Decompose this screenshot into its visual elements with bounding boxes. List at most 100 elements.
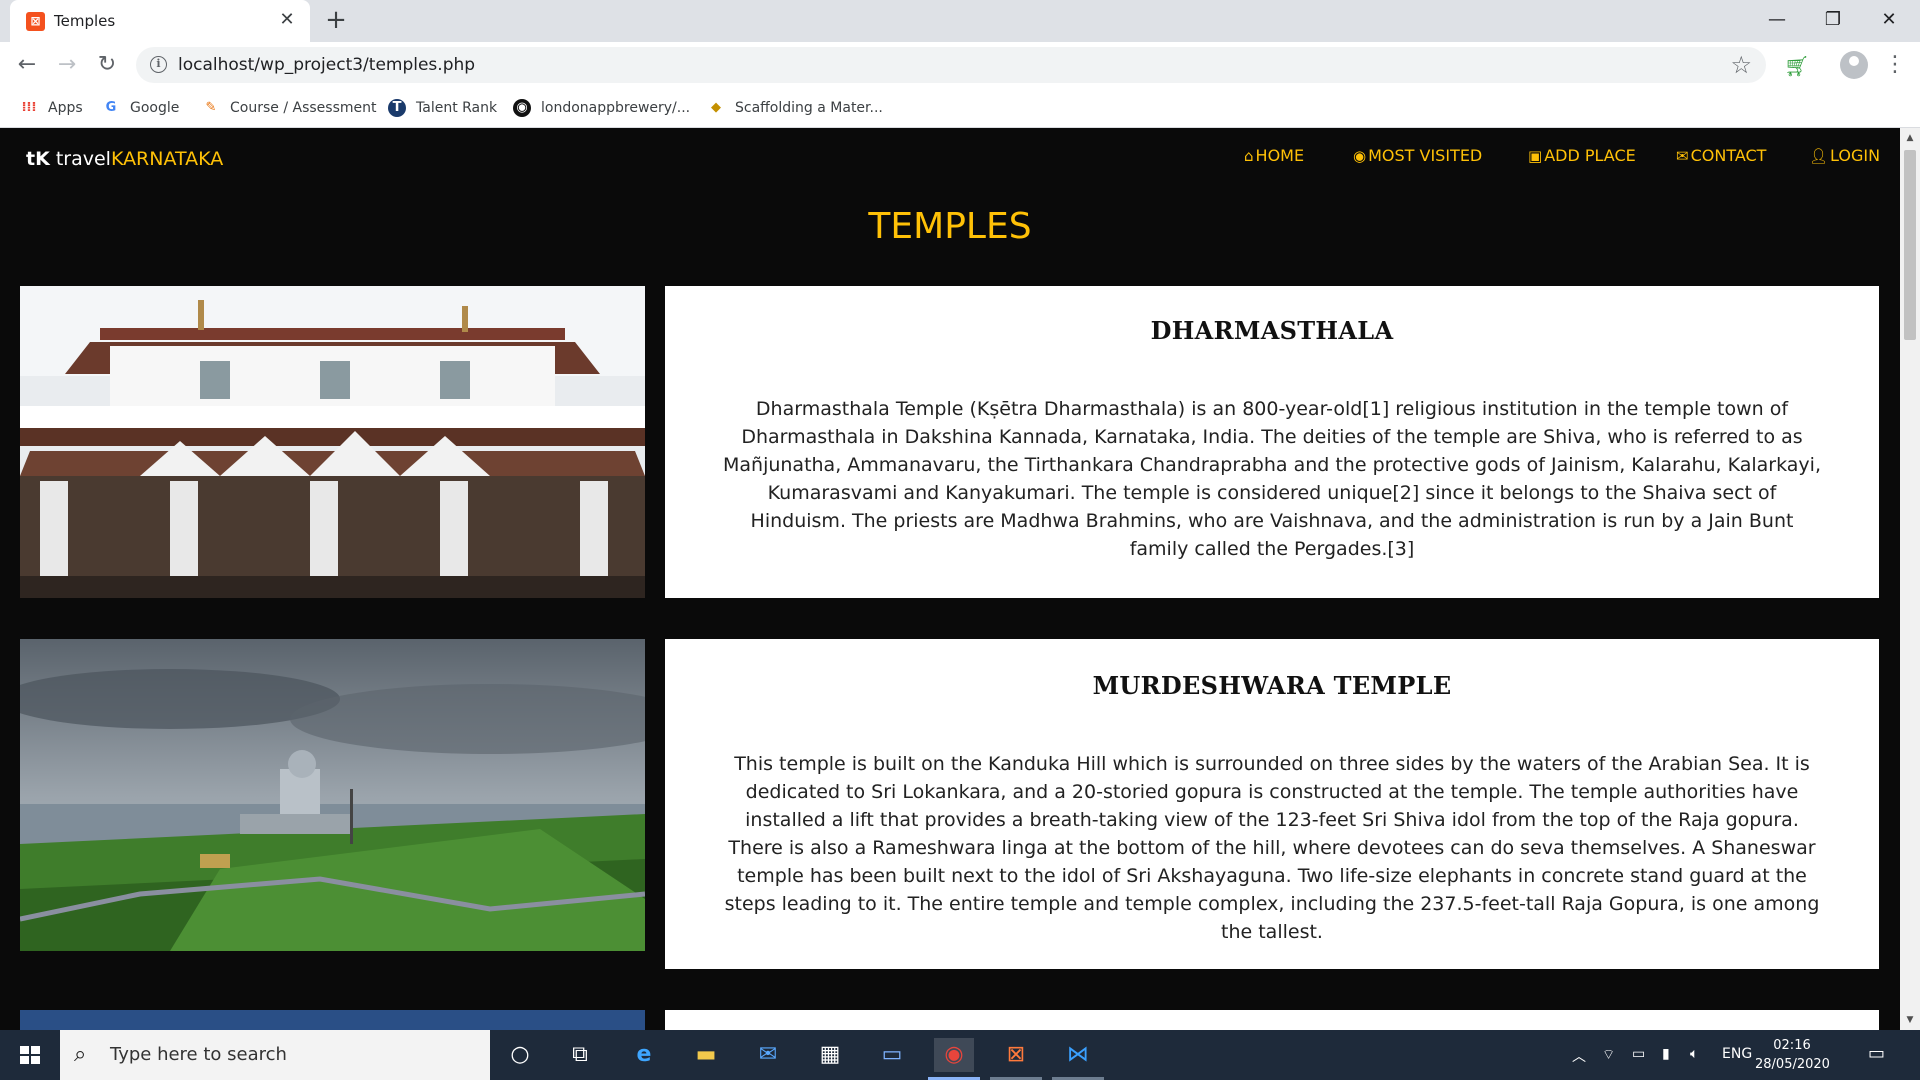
file-explorer-icon[interactable]: ▬: [686, 1038, 726, 1072]
close-window-icon[interactable]: ✕: [1866, 4, 1912, 36]
third-temple-image: [20, 1010, 645, 1030]
xampp-taskbar-icon[interactable]: ⊠: [996, 1038, 1036, 1072]
task-view-icon[interactable]: ⧉: [560, 1038, 600, 1072]
murdeshwara-image: [20, 639, 645, 951]
bookmark-label: Google: [130, 100, 180, 116]
bookmark-scaffolding[interactable]: ◆ Scaffolding a Mater...: [707, 96, 883, 120]
page-scrollbar[interactable]: ▲ ▼: [1900, 128, 1920, 1030]
nav-label: HOME: [1255, 146, 1305, 165]
cortana-icon[interactable]: ○: [500, 1038, 540, 1072]
vscode-icon[interactable]: ⋈: [1058, 1038, 1098, 1072]
scroll-up-icon[interactable]: ▲: [1900, 130, 1920, 146]
envelope-icon: ✉: [1676, 146, 1689, 165]
address-bar[interactable]: i localhost/wp_project3/temples.php ☆: [136, 47, 1766, 83]
taskbar-clock[interactable]: 02:16 28/05/2020: [1755, 1036, 1830, 1074]
brand-logo: tK: [26, 148, 50, 170]
search-placeholder: Type here to search: [110, 1044, 287, 1065]
profile-avatar[interactable]: [1840, 51, 1868, 79]
notification-icon[interactable]: ▭: [1868, 1043, 1885, 1064]
back-arrow-icon[interactable]: ←: [12, 50, 42, 80]
close-tab-icon[interactable]: ✕: [276, 9, 298, 31]
nav-home[interactable]: ⌂ HOME: [1244, 146, 1304, 165]
volume-icon[interactable]: 🔈︎: [1690, 1046, 1698, 1062]
device-icon[interactable]: ▮: [1662, 1046, 1670, 1062]
brand-karnataka: KARNATAKA: [110, 148, 224, 170]
nav-contact[interactable]: ✉ CONTACT: [1676, 146, 1766, 165]
dharmasthala-image: [20, 286, 645, 598]
browser-toolbar: ← → ↻ i localhost/wp_project3/temples.ph…: [0, 42, 1920, 88]
browser-tab-strip: ⊠ Temples ✕ + — ❐ ✕: [0, 0, 1920, 42]
kebab-menu-icon[interactable]: ⋮: [1884, 50, 1906, 80]
url-text[interactable]: localhost/wp_project3/temples.php: [178, 55, 475, 75]
bookmark-course-assessment[interactable]: ✎ Course / Assessment: [202, 96, 377, 120]
search-icon: ⌕: [74, 1042, 87, 1067]
user-icon: 👤︎: [1809, 146, 1829, 165]
google-icon: G: [105, 100, 117, 115]
site-brand[interactable]: tK travelKARNATAKA: [26, 148, 223, 170]
temple-description: This temple is built on the Kanduka Hill…: [724, 753, 1820, 943]
bookmark-londonappbrewery[interactable]: ◉ londonappbrewery/...: [513, 96, 690, 120]
scroll-down-icon[interactable]: ▼: [1900, 1012, 1920, 1028]
forward-arrow-icon[interactable]: →: [52, 50, 82, 80]
bookmarks-bar: ⁞⁞⁞ Apps G Google ✎ Course / Assessment …: [0, 88, 1920, 128]
bookmark-talent-rank[interactable]: T Talent Rank: [388, 96, 497, 120]
brand-travel: travel: [55, 148, 111, 170]
bookmark-label: Apps: [48, 100, 83, 116]
nav-login[interactable]: 👤︎ LOGIN: [1809, 146, 1880, 165]
scroll-thumb[interactable]: [1904, 150, 1916, 340]
nav-most-visited[interactable]: ◉ MOST VISITED: [1353, 146, 1482, 165]
new-tab-button[interactable]: +: [322, 7, 350, 35]
nav-label: CONTACT: [1690, 146, 1767, 165]
restore-icon[interactable]: ❐: [1810, 4, 1856, 36]
talent-rank-icon: T: [388, 99, 406, 117]
nav-label: MOST VISITED: [1368, 146, 1483, 165]
edge-icon[interactable]: e: [624, 1038, 664, 1072]
apps-grid-icon: ⁞⁞⁞: [21, 100, 37, 115]
eye-icon: ◉: [1353, 146, 1367, 165]
nav-add-place[interactable]: ▣ ADD PLACE: [1528, 146, 1636, 165]
nav-label: LOGIN: [1830, 146, 1881, 165]
start-button[interactable]: [0, 1030, 60, 1080]
mail-icon[interactable]: ✉: [748, 1038, 788, 1072]
dharmasthala-card: DHARMASTHALA Dharmasthala Temple (Kṣētra…: [665, 286, 1879, 598]
info-icon[interactable]: i: [150, 56, 167, 73]
chevron-up-icon[interactable]: ︿: [1572, 1046, 1586, 1066]
bookmark-star-icon[interactable]: ☆: [1730, 51, 1752, 79]
chrome-icon[interactable]: ◉: [934, 1038, 974, 1072]
github-icon: ◉: [513, 99, 531, 117]
temple-photo: [20, 286, 645, 598]
course-icon: ✎: [205, 100, 217, 115]
windows-taskbar: ⌕ Type here to search ○ ⧉ e ▬ ✉ ▦ ▭ ◉ ⊠ …: [0, 1030, 1920, 1080]
site-navbar: tK travelKARNATAKA ⌂ HOME ◉ MOST VISITED ▣ A…: [0, 128, 1900, 190]
bookmark-icon: ◆: [711, 100, 721, 115]
tab-title: Temples: [54, 12, 116, 30]
bookmark-apps[interactable]: ⁞⁞⁞ Apps: [20, 96, 83, 120]
third-temple-card: [665, 1010, 1879, 1030]
clock-date: 28/05/2020: [1755, 1057, 1830, 1072]
bookmark-google[interactable]: G Google: [102, 96, 180, 120]
home-icon: ⌂: [1244, 146, 1254, 165]
bookmark-label: londonappbrewery/...: [541, 100, 691, 116]
windows-logo-icon: [20, 1046, 40, 1064]
cart-extension-icon[interactable]: 🛒︎: [1784, 54, 1809, 78]
store-icon[interactable]: ▦: [810, 1038, 850, 1072]
wifi-icon[interactable]: ⌔: [1602, 1046, 1615, 1064]
bookmark-label: Talent Rank: [416, 100, 498, 116]
bookmark-label: Course / Assessment: [230, 100, 377, 116]
minimize-icon[interactable]: —: [1754, 4, 1800, 36]
remote-desktop-icon[interactable]: ▭: [872, 1038, 912, 1072]
bookmark-label: Scaffolding a Mater...: [735, 100, 883, 116]
taskbar-search[interactable]: ⌕ Type here to search: [60, 1030, 490, 1080]
temple-heading: MURDESHWARA TEMPLE: [1092, 671, 1452, 700]
page-viewport: tK travelKARNATAKA ⌂ HOME ◉ MOST VISITED ▣ A…: [0, 128, 1900, 1030]
temple-photo: [20, 639, 645, 951]
browser-tab[interactable]: ⊠ Temples ✕: [10, 0, 310, 42]
camera-icon: ▣: [1528, 146, 1543, 165]
temple-heading: DHARMASTHALA: [1150, 316, 1394, 345]
language-indicator[interactable]: ENG: [1722, 1046, 1752, 1062]
battery-icon[interactable]: ▭: [1632, 1046, 1645, 1062]
xampp-icon: ⊠: [26, 12, 45, 31]
page-title: TEMPLES: [868, 206, 1032, 247]
clock-time: 02:16: [1773, 1038, 1811, 1053]
reload-icon[interactable]: ↻: [92, 50, 122, 80]
